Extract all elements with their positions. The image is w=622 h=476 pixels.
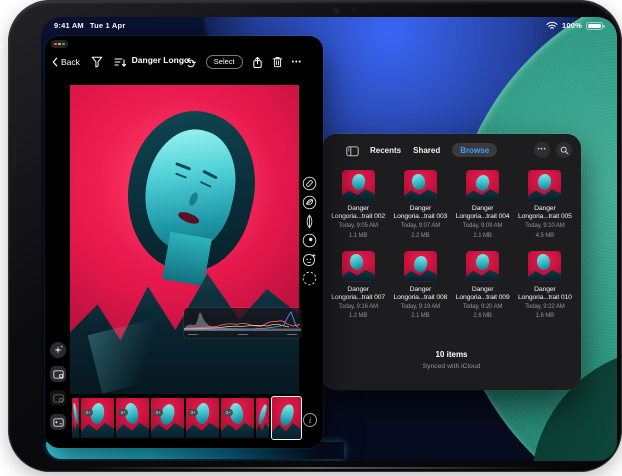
editor-toolbar: Back Danger Longo...: [45, 51, 323, 73]
volume-up-button: [12, 100, 16, 126]
file-item[interactable]: Danger Longoria...trait 007 Today, 9:16 …: [327, 251, 389, 322]
copy-edits-button[interactable]: [50, 390, 66, 406]
repair-tool-icon[interactable]: [302, 176, 317, 191]
corner-tools-rail: [50, 342, 66, 430]
burst-badge: 3+: [188, 401, 198, 419]
zoom-window-dot[interactable]: [62, 43, 65, 46]
screenshot: 9:41 AM Tue 1 Apr 100%: [0, 0, 622, 476]
tab-browse[interactable]: Browse: [452, 143, 497, 157]
info-button[interactable]: i: [303, 413, 317, 427]
share-button[interactable]: [252, 56, 263, 69]
file-thumbnail: [342, 170, 375, 201]
status-bar: 9:41 AM Tue 1 Apr 100%: [41, 20, 617, 32]
filters-tool-icon[interactable]: [302, 195, 317, 210]
select-subject-tool-icon[interactable]: [302, 271, 317, 286]
filmstrip-thumbnail-selected[interactable]: [271, 396, 302, 440]
chevron-left-icon: [52, 57, 58, 67]
tab-shared[interactable]: Shared: [413, 143, 440, 157]
file-item[interactable]: Danger Longoria...trait 010 Today, 9:22 …: [514, 251, 576, 322]
file-thumbnail: [528, 251, 561, 282]
file-item[interactable]: Danger Longoria...trait 003 Today, 9:07 …: [389, 170, 451, 241]
heal-tool-icon[interactable]: [302, 233, 317, 248]
filmstrip-thumbnail[interactable]: 3+: [221, 398, 254, 438]
undo-button[interactable]: [185, 57, 197, 68]
item-count: 10 items: [322, 350, 581, 359]
auto-enhance-button[interactable]: [50, 342, 66, 358]
ipad-device-frame: 9:41 AM Tue 1 Apr 100%: [8, 0, 622, 472]
files-browser-window: Recents Shared Browse ••• Danger: [322, 134, 581, 390]
files-header: Recents Shared Browse •••: [322, 142, 581, 164]
burst-badge: 3+: [223, 401, 233, 419]
filmstrip-thumbnail[interactable]: 3+: [81, 398, 114, 438]
more-options-button[interactable]: •••: [292, 59, 302, 66]
status-time: 9:41 AM: [54, 21, 84, 30]
levels-button[interactable]: [50, 414, 66, 430]
camera-sensor: [352, 9, 355, 12]
file-item[interactable]: Danger Longoria...trait 002 Today, 9:05 …: [327, 170, 389, 241]
file-thumbnail: [466, 170, 499, 201]
volume-down-button: [12, 136, 16, 170]
burst-badge: 3+: [118, 401, 128, 419]
wifi-icon: [546, 21, 558, 30]
status-date: Tue 1 Apr: [90, 21, 126, 30]
file-item[interactable]: Danger Longoria...trait 005 Today, 9:10 …: [514, 170, 576, 241]
back-label: Back: [61, 57, 80, 67]
battery-icon: [586, 22, 603, 30]
histogram-axis-marks: [188, 334, 297, 336]
adjust-tool-icon[interactable]: [302, 214, 317, 229]
filter-button[interactable]: [91, 56, 103, 68]
filmstrip-thumbnail[interactable]: 3+: [186, 398, 219, 438]
file-thumbnail: [404, 170, 437, 201]
minimize-window-dot[interactable]: [58, 43, 61, 46]
photo-canvas[interactable]: [70, 85, 299, 394]
ipad-screen: 9:41 AM Tue 1 Apr 100%: [41, 17, 617, 461]
file-item[interactable]: Danger Longoria...trait 009 Today, 9:20 …: [452, 251, 514, 322]
sidebar-toggle-button[interactable]: [346, 146, 359, 157]
files-tabs: Recents Shared Browse: [370, 143, 497, 157]
files-footer: 10 items Synced with iCloud: [322, 350, 581, 370]
photo-editor-window: Back Danger Longo...: [45, 36, 323, 448]
sync-status: Synced with iCloud: [322, 363, 581, 370]
device-edge-glint: [78, 467, 552, 469]
window-controls[interactable]: [51, 40, 68, 48]
histogram-panel: [184, 308, 301, 338]
trash-button[interactable]: [272, 56, 283, 68]
tab-recents[interactable]: Recents: [370, 143, 401, 157]
filmstrip-thumbnail[interactable]: 3+: [116, 398, 149, 438]
retouch-tool-icon[interactable]: [302, 252, 317, 267]
files-more-button[interactable]: •••: [534, 142, 550, 158]
front-camera: [334, 8, 339, 13]
search-button[interactable]: [556, 142, 572, 158]
export-button[interactable]: [50, 366, 66, 382]
back-button[interactable]: Back: [52, 57, 80, 67]
subject-neck: [162, 232, 212, 287]
filmstrip-thumbnail[interactable]: 3+: [151, 398, 184, 438]
editing-tools-rail: [302, 176, 318, 286]
files-grid: Danger Longoria...trait 002 Today, 9:05 …: [327, 170, 576, 321]
burst-badge: 3+: [153, 401, 163, 419]
filmstrip-thumbnail[interactable]: [256, 398, 269, 438]
file-thumbnail: [404, 251, 437, 282]
file-thumbnail: [528, 170, 561, 201]
filmstrip: 3+ 3+ 3+ 3+ 3+: [72, 398, 269, 438]
file-item[interactable]: Danger Longoria...trait 004 Today, 9:09 …: [452, 170, 514, 241]
close-window-dot[interactable]: [54, 43, 57, 46]
file-thumbnail: [466, 251, 499, 282]
file-thumbnail: [342, 251, 375, 282]
file-item[interactable]: Danger Longoria...trait 008 Today, 9:19 …: [389, 251, 451, 322]
subject-lips: [177, 210, 201, 226]
filmstrip-thumbnail[interactable]: [72, 398, 79, 438]
sort-button[interactable]: [114, 57, 127, 68]
select-button[interactable]: Select: [206, 55, 243, 69]
burst-badge: 3+: [83, 401, 93, 419]
battery-percent: 100%: [562, 21, 582, 30]
